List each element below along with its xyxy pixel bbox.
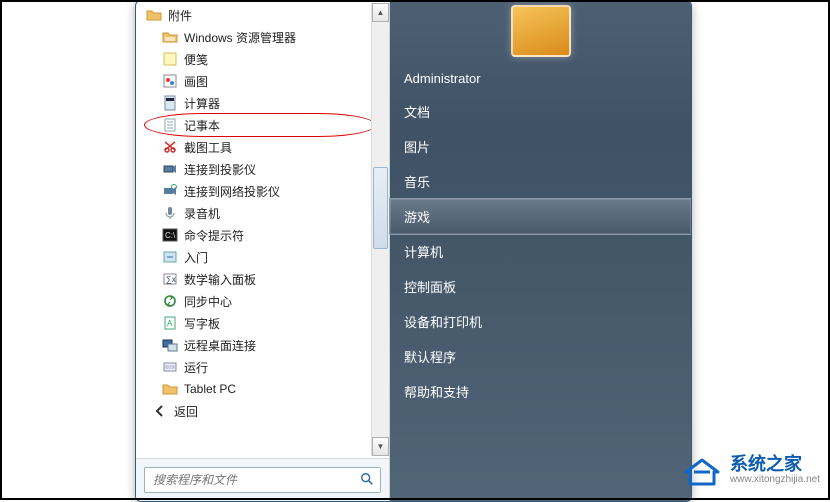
program-item-projector[interactable]: 连接到投影仪	[158, 158, 387, 180]
program-item-snip[interactable]: 截图工具	[158, 136, 387, 158]
programs-list: 附件 Windows 资源管理器便笺画图计算器记事本截图工具连接到投影仪连接到网络…	[136, 1, 389, 458]
program-item-getting-started[interactable]: 入门	[158, 246, 387, 268]
program-label: 连接到投影仪	[184, 161, 256, 178]
note-card-icon	[162, 51, 178, 67]
search-input[interactable]	[151, 472, 360, 488]
math-input-icon: ∑x	[162, 271, 178, 287]
program-label: 录音机	[184, 205, 220, 222]
back-arrow-icon	[152, 403, 168, 419]
calculator-icon	[162, 95, 178, 111]
program-label: 同步中心	[184, 293, 232, 310]
program-label: 记事本	[184, 117, 220, 134]
getting-started-icon	[162, 249, 178, 265]
search-box[interactable]	[144, 467, 381, 493]
program-item-folder[interactable]: Tablet PC	[158, 378, 387, 400]
folder-icon	[162, 381, 178, 397]
start-menu-right-pane: Administrator 文档图片音乐游戏计算机控制面板设备和打印机默认程序帮…	[390, 1, 691, 501]
snip-icon	[162, 139, 178, 155]
back-label: 返回	[174, 403, 198, 420]
program-item-net-projector[interactable]: 连接到网络投影仪	[158, 180, 387, 202]
program-item-run[interactable]: 运行	[158, 356, 387, 378]
svg-text:∑x: ∑x	[166, 275, 176, 284]
right-pane-item[interactable]: 音乐	[390, 164, 691, 199]
program-item-recorder[interactable]: 录音机	[158, 202, 387, 224]
user-avatar[interactable]	[511, 5, 571, 57]
program-label: 远程桌面连接	[184, 337, 256, 354]
scroll-thumb[interactable]	[373, 167, 388, 249]
cmd-icon: C:\	[162, 227, 178, 243]
program-label: 便笺	[184, 51, 208, 68]
scroll-down-button[interactable]: ▼	[372, 437, 389, 456]
program-item-cmd[interactable]: C:\ 命令提示符	[158, 224, 387, 246]
watermark-logo-icon	[682, 450, 722, 490]
scroll-up-button[interactable]: ▲	[372, 3, 389, 22]
scroll-track[interactable]	[372, 22, 389, 437]
program-item-wordpad[interactable]: A 写字板	[158, 312, 387, 334]
net-projector-icon	[162, 183, 178, 199]
run-icon	[162, 359, 178, 375]
search-icon	[360, 472, 374, 489]
program-label: 数学输入面板	[184, 271, 256, 288]
program-label: 计算器	[184, 95, 220, 112]
rdc-icon	[162, 337, 178, 353]
paint-icon	[162, 73, 178, 89]
right-pane-item[interactable]: 游戏	[390, 199, 691, 234]
program-item-paint[interactable]: 画图	[158, 70, 387, 92]
search-area	[136, 458, 389, 501]
program-label: 画图	[184, 73, 208, 90]
start-menu-left-pane: 附件 Windows 资源管理器便笺画图计算器记事本截图工具连接到投影仪连接到网络…	[136, 1, 390, 501]
scrollbar[interactable]: ▲ ▼	[371, 3, 389, 456]
program-label: 写字板	[184, 315, 220, 332]
program-label: 运行	[184, 359, 208, 376]
projector-icon	[162, 161, 178, 177]
program-label: 连接到网络投影仪	[184, 183, 280, 200]
accessories-folder[interactable]: 附件	[142, 4, 387, 26]
program-item-notepad[interactable]: 记事本	[158, 114, 387, 136]
svg-text:A: A	[167, 319, 173, 328]
folder-icon	[146, 7, 162, 23]
folder-label: 附件	[168, 7, 192, 24]
notepad-icon	[162, 117, 178, 133]
watermark-url: www.xitongzhijia.net	[730, 474, 820, 485]
right-pane-item[interactable]: 文档	[390, 94, 691, 129]
explorer-icon	[162, 29, 178, 45]
right-pane-item[interactable]: 默认程序	[390, 339, 691, 374]
start-menu: 附件 Windows 资源管理器便笺画图计算器记事本截图工具连接到投影仪连接到网络…	[135, 0, 692, 502]
svg-text:C:\: C:\	[165, 231, 176, 240]
program-item-note-card[interactable]: 便笺	[158, 48, 387, 70]
program-label: Windows 资源管理器	[184, 29, 296, 46]
recorder-icon	[162, 205, 178, 221]
user-name-item[interactable]: Administrator	[390, 63, 691, 94]
right-pane-item[interactable]: 控制面板	[390, 269, 691, 304]
program-item-calculator[interactable]: 计算器	[158, 92, 387, 114]
program-label: 命令提示符	[184, 227, 244, 244]
program-item-math-input[interactable]: ∑x 数学输入面板	[158, 268, 387, 290]
program-label: 截图工具	[184, 139, 232, 156]
program-item-explorer[interactable]: Windows 资源管理器	[158, 26, 387, 48]
program-item-rdc[interactable]: 远程桌面连接	[158, 334, 387, 356]
right-pane-item[interactable]: 帮助和支持	[390, 374, 691, 409]
wordpad-icon: A	[162, 315, 178, 331]
right-pane-item[interactable]: 图片	[390, 129, 691, 164]
watermark: 系统之家 www.xitongzhijia.net	[682, 450, 820, 490]
right-pane-item[interactable]: 设备和打印机	[390, 304, 691, 339]
program-label: 入门	[184, 249, 208, 266]
program-item-sync[interactable]: 同步中心	[158, 290, 387, 312]
program-label: Tablet PC	[184, 382, 236, 396]
back-button[interactable]: 返回	[148, 400, 387, 422]
right-pane-item[interactable]: 计算机	[390, 234, 691, 269]
sync-icon	[162, 293, 178, 309]
watermark-title: 系统之家	[730, 455, 820, 475]
